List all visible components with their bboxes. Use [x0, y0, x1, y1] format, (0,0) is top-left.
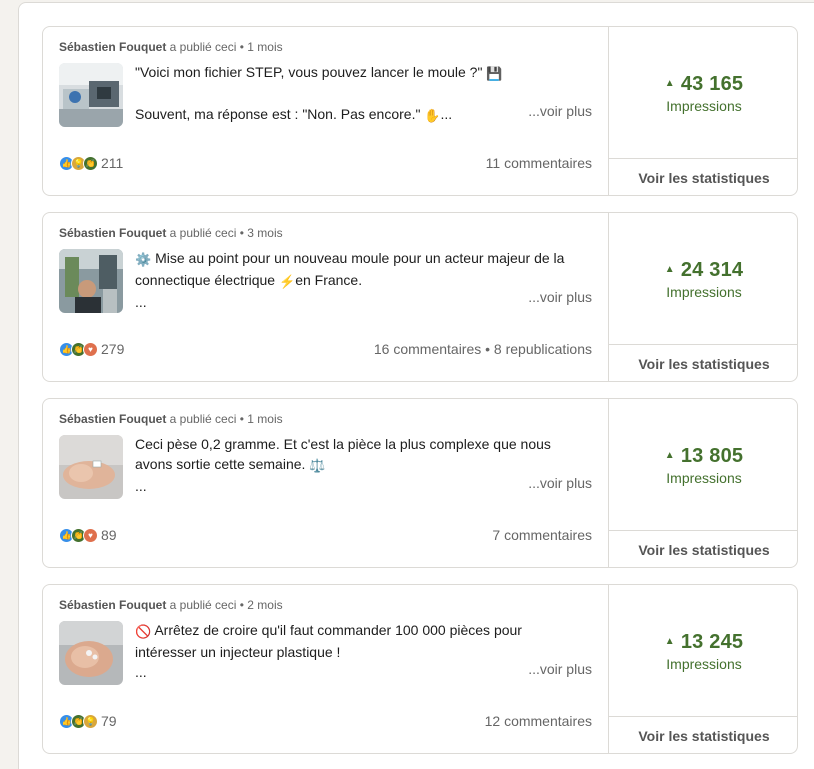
- post-header: Sébastien Fouquet a publié ceci • 2 mois: [59, 598, 283, 612]
- impressions-block: ▲ 43 165 Impressions: [609, 27, 797, 159]
- post-text-line: connectique électrique: [135, 272, 276, 288]
- impressions-block: ▲ 13 805 Impressions: [609, 399, 797, 531]
- impressions-value: ▲ 13 245: [664, 631, 744, 653]
- reactions-summary[interactable]: 👍 👏 ♥ 89: [59, 527, 117, 543]
- support-icon: 💡: [83, 713, 98, 729]
- post-text-line: Arrêtez de croire qu'il faut commander 1…: [154, 622, 522, 638]
- post-summary[interactable]: Sébastien Fouquet a publié ceci • 2 mois…: [43, 585, 609, 753]
- lightning-icon: ⚡: [279, 274, 296, 289]
- post-text-line: Mise au point pour un nouveau moule pour…: [155, 250, 565, 266]
- trend-up-icon: ▲: [664, 78, 675, 89]
- reactions-summary[interactable]: 👍 👏 💡 79: [59, 713, 117, 729]
- trend-up-icon: ▲: [664, 636, 675, 647]
- post-text: ⚙️ Mise au point pour un nouveau moule p…: [135, 248, 595, 312]
- post-age: 1 mois: [247, 412, 283, 426]
- gear-icon: ⚙️: [135, 252, 152, 267]
- ellipsis: ...: [440, 106, 453, 122]
- view-stats-button[interactable]: Voir les statistiques: [609, 717, 797, 753]
- post-metrics: ▲ 43 165 Impressions Voir les statistique…: [609, 27, 797, 195]
- reactions-count: 279: [101, 341, 125, 357]
- post-age: 1 mois: [247, 40, 283, 54]
- impressions-block: ▲ 13 245 Impressions: [609, 585, 797, 717]
- post-text: 🚫 Arrêtez de croire qu'il faut commander…: [135, 620, 595, 682]
- reactions-summary[interactable]: 👍 👏 ♥ 279: [59, 341, 124, 357]
- ellipsis: ...: [135, 664, 147, 680]
- post-text: Ceci pèse 0,2 gramme. Et c'est la pièce …: [135, 434, 595, 496]
- impressions-value: ▲ 24 314: [664, 259, 744, 281]
- comments-count[interactable]: 12 commentaires: [485, 713, 592, 729]
- post-card[interactable]: Sébastien Fouquet a publié ceci • 3 mois…: [42, 212, 798, 382]
- impressions-value: ▲ 43 165: [664, 73, 744, 95]
- impressions-label: Impressions: [666, 98, 742, 114]
- post-text-line: en France.: [295, 272, 363, 288]
- post-text: "Voici mon fichier STEP, vous pouvez lan…: [135, 62, 595, 126]
- post-thumbnail[interactable]: [59, 435, 123, 499]
- celebrate-icon: 👏: [83, 155, 98, 171]
- post-card[interactable]: Sébastien Fouquet a publié ceci • 1 mois…: [42, 26, 798, 196]
- post-text-line: Souvent, ma réponse est : "Non. Pas enco…: [135, 106, 421, 122]
- impressions-label: Impressions: [666, 470, 742, 486]
- post-age: 2 mois: [247, 598, 283, 612]
- post-action: a publié ceci •: [166, 40, 248, 54]
- post-age: 3 mois: [247, 226, 283, 240]
- post-card[interactable]: Sébastien Fouquet a publié ceci • 1 mois…: [42, 398, 798, 568]
- post-header: Sébastien Fouquet a publié ceci • 1 mois: [59, 412, 283, 426]
- trend-up-icon: ▲: [664, 264, 675, 275]
- post-summary[interactable]: Sébastien Fouquet a publié ceci • 3 mois…: [43, 213, 609, 381]
- reactions-summary[interactable]: 👍 💡 👏 211: [59, 155, 123, 171]
- ellipsis: ...: [135, 478, 147, 494]
- comments-count[interactable]: 7 commentaires: [492, 527, 592, 543]
- post-thumbnail[interactable]: [59, 621, 123, 685]
- reactions-count: 79: [101, 713, 117, 729]
- post-thumbnail[interactable]: [59, 63, 123, 127]
- trend-up-icon: ▲: [664, 450, 675, 461]
- author-name[interactable]: Sébastien Fouquet: [59, 40, 166, 54]
- impressions-label: Impressions: [666, 284, 742, 300]
- love-icon: ♥: [83, 527, 98, 543]
- view-stats-button[interactable]: Voir les statistiques: [609, 345, 797, 381]
- reactions-count: 211: [101, 155, 124, 171]
- balance-scale-icon: ⚖️: [309, 458, 326, 473]
- impressions-block: ▲ 24 314 Impressions: [609, 213, 797, 345]
- post-summary[interactable]: Sébastien Fouquet a publié ceci • 1 mois…: [43, 27, 609, 195]
- comments-count[interactable]: 11 commentaires: [486, 155, 592, 171]
- author-name[interactable]: Sébastien Fouquet: [59, 226, 166, 240]
- post-text-line: Ceci pèse 0,2 gramme. Et c'est la pièce …: [135, 436, 551, 452]
- view-stats-button[interactable]: Voir les statistiques: [609, 159, 797, 195]
- prohibited-icon: 🚫: [135, 624, 152, 639]
- comments-count[interactable]: 16 commentaires • 8 republications: [374, 341, 592, 357]
- post-action: a publié ceci •: [166, 598, 248, 612]
- post-metrics: ▲ 13 805 Impressions Voir les statistique…: [609, 399, 797, 567]
- author-name[interactable]: Sébastien Fouquet: [59, 412, 166, 426]
- post-thumbnail[interactable]: [59, 249, 123, 313]
- post-metrics: ▲ 13 245 Impressions Voir les statistique…: [609, 585, 797, 753]
- see-more-link[interactable]: ...voir plus: [528, 475, 592, 491]
- ellipsis: ...: [135, 294, 147, 310]
- impressions-label: Impressions: [666, 656, 742, 672]
- post-header: Sébastien Fouquet a publié ceci • 3 mois: [59, 226, 283, 240]
- raised-hand-icon: ✋: [424, 108, 441, 123]
- view-stats-button[interactable]: Voir les statistiques: [609, 531, 797, 567]
- post-summary[interactable]: Sébastien Fouquet a publié ceci • 1 mois…: [43, 399, 609, 567]
- author-name[interactable]: Sébastien Fouquet: [59, 598, 166, 612]
- post-metrics: ▲ 24 314 Impressions Voir les statistique…: [609, 213, 797, 381]
- floppy-disk-icon: 💾: [486, 66, 503, 81]
- post-text-line: "Voici mon fichier STEP, vous pouvez lan…: [135, 64, 483, 80]
- reactions-count: 89: [101, 527, 117, 543]
- see-more-link[interactable]: ...voir plus: [528, 661, 592, 677]
- post-header: Sébastien Fouquet a publié ceci • 1 mois: [59, 40, 283, 54]
- impressions-value: ▲ 13 805: [664, 445, 744, 467]
- post-card[interactable]: Sébastien Fouquet a publié ceci • 2 mois…: [42, 584, 798, 754]
- post-action: a publié ceci •: [166, 412, 248, 426]
- post-text-line: avons sortie cette semaine.: [135, 456, 306, 472]
- love-icon: ♥: [83, 341, 98, 357]
- see-more-link[interactable]: ...voir plus: [528, 289, 592, 305]
- post-text-line: intéresser un injecteur plastique !: [135, 644, 341, 660]
- post-action: a publié ceci •: [166, 226, 248, 240]
- see-more-link[interactable]: ...voir plus: [528, 103, 592, 119]
